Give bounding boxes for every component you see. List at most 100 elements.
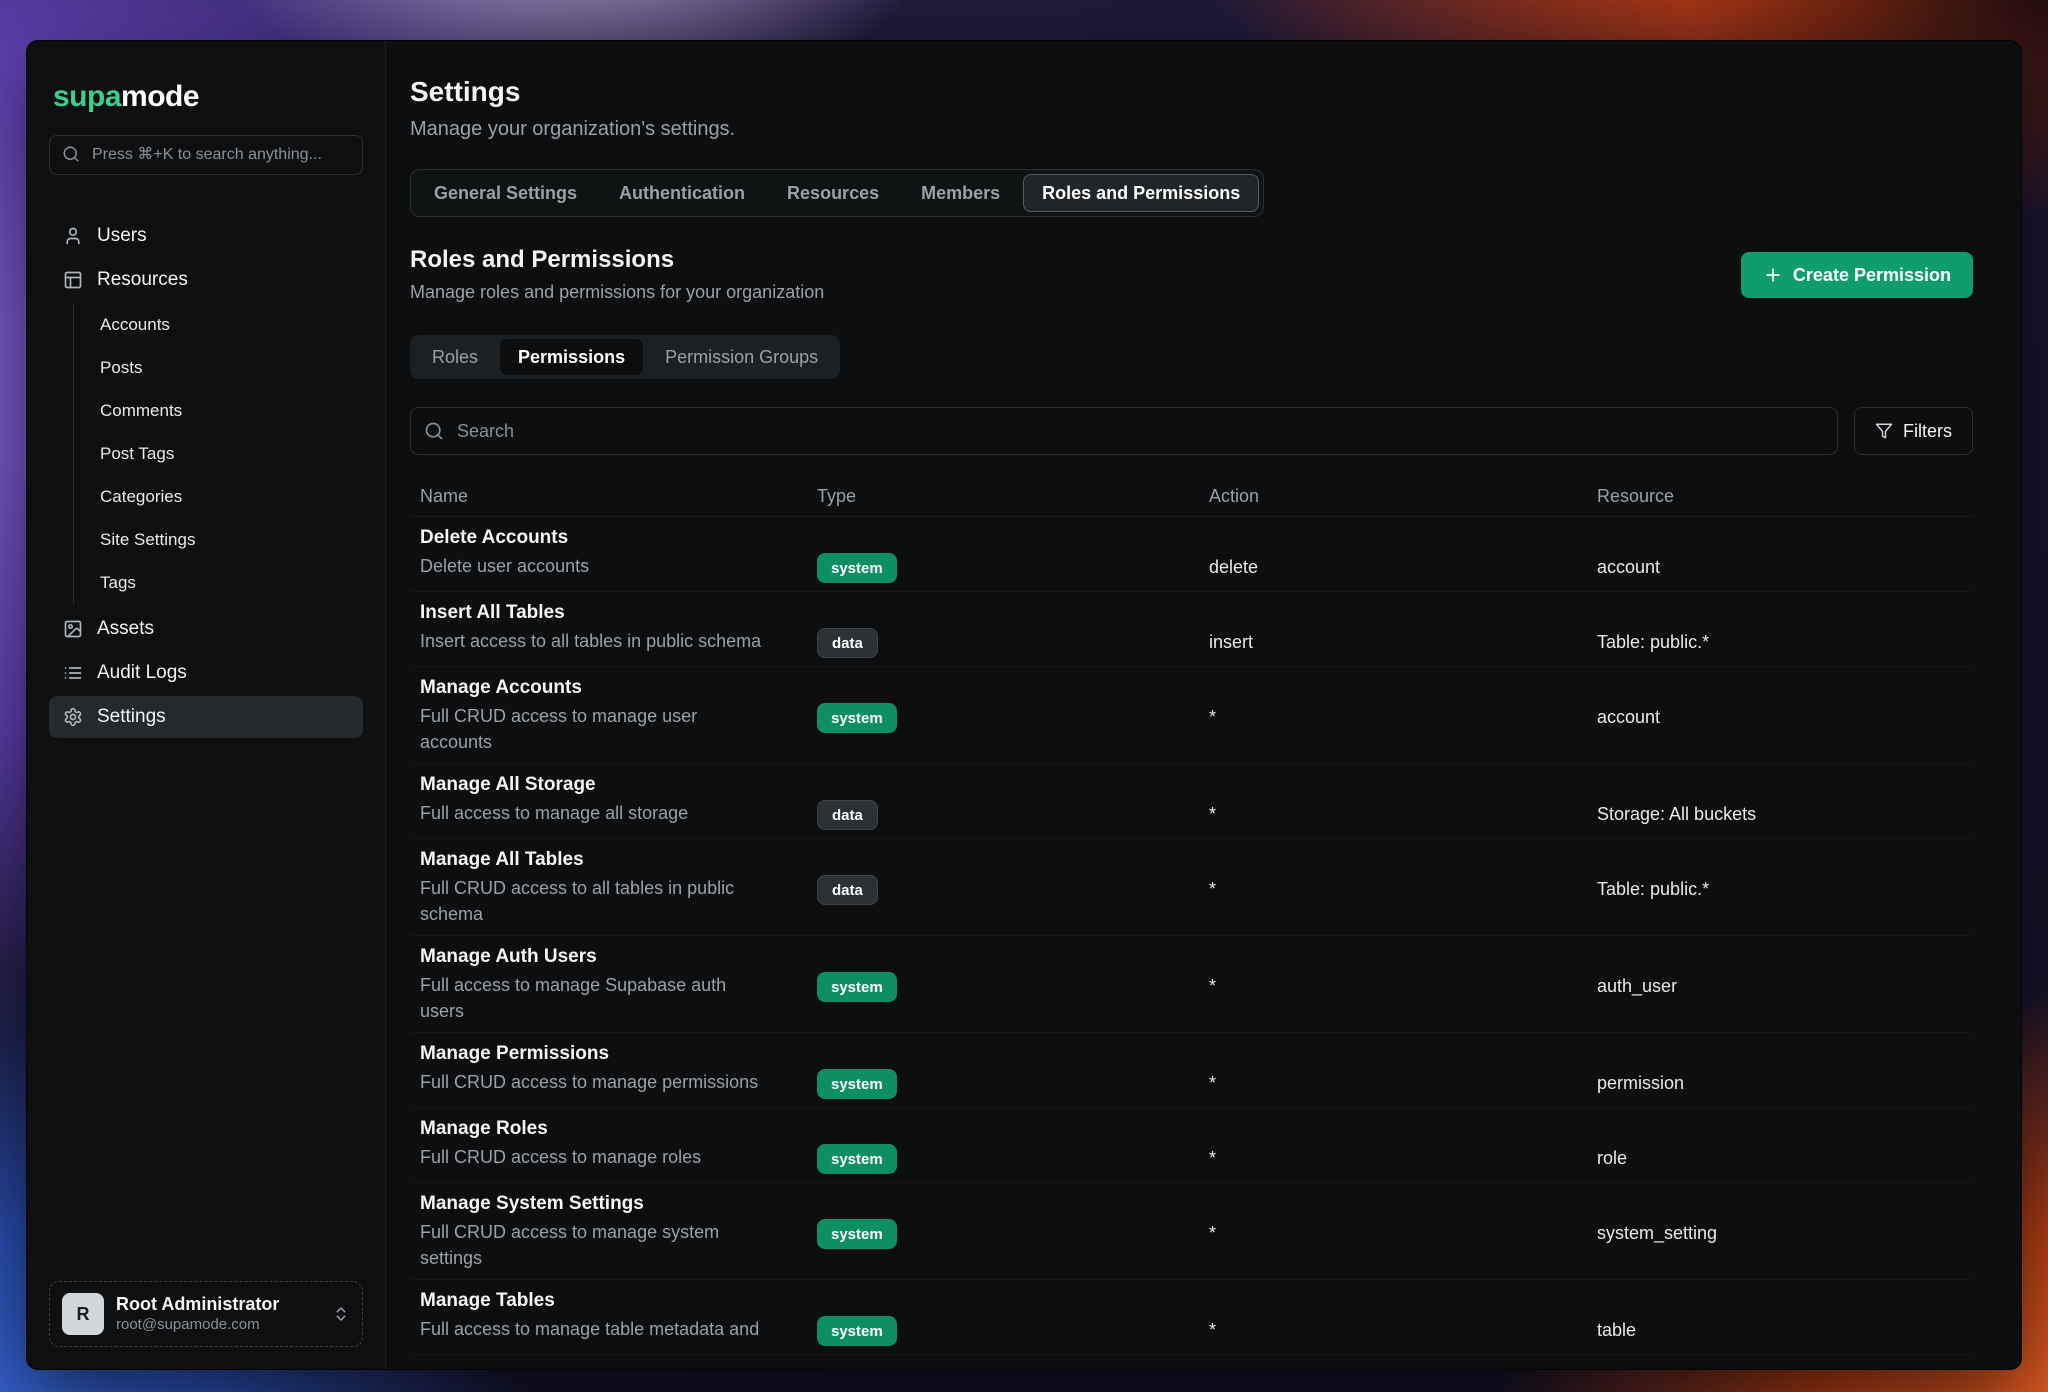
type-cell: data xyxy=(817,875,1209,927)
type-badge: system xyxy=(817,1219,897,1249)
sidebar-item-settings[interactable]: Settings xyxy=(49,696,363,738)
page-subtitle: Manage your organization's settings. xyxy=(410,115,1973,143)
column-header-name: Name xyxy=(420,486,817,507)
image-icon xyxy=(63,619,83,639)
tab-general-settings[interactable]: General Settings xyxy=(415,174,596,212)
tab-resources[interactable]: Resources xyxy=(768,174,898,212)
sidebar-sub-item-label: Categories xyxy=(100,487,182,507)
sidebar-sub-item[interactable]: Post Tags xyxy=(74,432,363,475)
permission-description: Full CRUD access to manage roles xyxy=(420,1144,765,1170)
type-cell: system xyxy=(817,703,1209,755)
sidebar-item-audit-logs[interactable]: Audit Logs xyxy=(49,652,363,694)
table-row[interactable]: Manage All Storage Full access to manage… xyxy=(410,764,1973,839)
type-cell: system xyxy=(817,1316,1209,1346)
sidebar-item-resources[interactable]: Resources xyxy=(49,259,363,301)
permission-resource: account xyxy=(1597,555,1973,583)
app-window: supamode Users Resources xyxy=(26,40,2022,1370)
permission-resource: table xyxy=(1597,1318,1973,1346)
permission-resource: auth_user xyxy=(1597,974,1973,1024)
sidebar-item-label: Resources xyxy=(97,269,188,291)
table-toolbar: Filters xyxy=(410,407,1973,455)
subtab-roles[interactable]: Roles xyxy=(414,339,496,375)
permission-name: Manage Permissions xyxy=(420,1041,777,1067)
permission-name: Manage Roles xyxy=(420,1116,777,1142)
subtab-permission-groups[interactable]: Permission Groups xyxy=(647,339,836,375)
create-permission-label: Create Permission xyxy=(1793,265,1951,286)
permission-action: insert xyxy=(1209,630,1597,658)
global-search-input[interactable] xyxy=(49,135,363,175)
permission-description: Full access to manage all storage xyxy=(420,800,765,826)
name-cell: Manage All Storage Full access to manage… xyxy=(420,772,817,830)
sidebar-sub-item[interactable]: Posts xyxy=(74,346,363,389)
permission-description: Insert access to all tables in public sc… xyxy=(420,628,765,654)
sidebar-sub-item[interactable]: Accounts xyxy=(74,303,363,346)
search-icon xyxy=(62,145,80,168)
sidebar-item-users[interactable]: Users xyxy=(49,215,363,257)
gear-icon xyxy=(63,707,83,727)
user-email: root@supamode.com xyxy=(116,1315,320,1335)
table-row[interactable]: Manage Auth Users Full access to manage … xyxy=(410,936,1973,1033)
type-badge: data xyxy=(817,875,878,905)
type-badge: system xyxy=(817,553,897,583)
column-header-resource: Resource xyxy=(1597,486,1973,507)
table-row[interactable]: Manage Permissions Full CRUD access to m… xyxy=(410,1033,1973,1108)
settings-tabbar: General Settings Authentication Resource… xyxy=(410,169,1264,217)
filters-button[interactable]: Filters xyxy=(1854,407,1973,455)
permission-description: Full CRUD access to manage system settin… xyxy=(420,1219,765,1271)
sidebar-item-label: Assets xyxy=(97,618,154,640)
account-switcher[interactable]: R Root Administrator root@supamode.com xyxy=(49,1281,363,1347)
sidebar-item-label: Settings xyxy=(97,706,166,728)
sidebar-sub-item[interactable]: Comments xyxy=(74,389,363,432)
name-cell: Manage Roles Full CRUD access to manage … xyxy=(420,1116,817,1174)
section-header: Roles and Permissions Manage roles and p… xyxy=(410,245,1973,305)
logo-suffix: mode xyxy=(121,80,199,113)
table-header: Name Type Action Resource xyxy=(410,477,1973,517)
permissions-search-input[interactable] xyxy=(410,407,1838,455)
permission-description: Full access to manage table metadata and xyxy=(420,1316,765,1342)
permission-resource: role xyxy=(1597,1146,1973,1174)
permission-resource: Table: public.* xyxy=(1597,877,1973,927)
type-cell: system xyxy=(817,1069,1209,1099)
name-cell: Manage System Settings Full CRUD access … xyxy=(420,1191,817,1271)
table-row[interactable]: Manage Roles Full CRUD access to manage … xyxy=(410,1108,1973,1183)
tab-roles-and-permissions[interactable]: Roles and Permissions xyxy=(1023,174,1259,212)
table-row[interactable]: Manage Accounts Full CRUD access to mana… xyxy=(410,667,1973,764)
tab-authentication[interactable]: Authentication xyxy=(600,174,764,212)
type-cell: system xyxy=(817,972,1209,1024)
table-row[interactable]: Manage All Tables Full CRUD access to al… xyxy=(410,839,1973,936)
table-row[interactable]: Manage Tables Full access to manage tabl… xyxy=(410,1280,1973,1355)
tab-members[interactable]: Members xyxy=(902,174,1019,212)
subtab-permissions[interactable]: Permissions xyxy=(500,339,643,375)
permission-description: Full CRUD access to manage permissions xyxy=(420,1069,765,1095)
sidebar-item-assets[interactable]: Assets xyxy=(49,608,363,650)
page-title: Settings xyxy=(410,75,1973,109)
sidebar-sub-item[interactable]: Tags xyxy=(74,561,363,604)
table-icon xyxy=(63,270,83,290)
permission-action: * xyxy=(1209,705,1597,755)
name-cell: Manage All Tables Full CRUD access to al… xyxy=(420,847,817,927)
permission-action: * xyxy=(1209,1146,1597,1174)
table-row[interactable]: Manage System Settings Full CRUD access … xyxy=(410,1183,1973,1280)
permission-action: delete xyxy=(1209,555,1597,583)
permission-description: Full CRUD access to manage user accounts xyxy=(420,703,765,755)
permission-description: Delete user accounts xyxy=(420,553,765,579)
sidebar-sub-item[interactable]: Site Settings xyxy=(74,518,363,561)
permission-resource: account xyxy=(1597,705,1973,755)
section-title: Roles and Permissions xyxy=(410,245,824,275)
user-icon xyxy=(63,226,83,246)
permission-name: Manage All Tables xyxy=(420,847,777,873)
column-header-action: Action xyxy=(1209,486,1597,507)
sidebar-item-label: Audit Logs xyxy=(97,662,187,684)
table-row[interactable]: Delete Accounts Delete user accounts sys… xyxy=(410,517,1973,592)
type-badge: system xyxy=(817,703,897,733)
section-subtitle: Manage roles and permissions for your or… xyxy=(410,279,824,305)
table-row[interactable]: Insert All Tables Insert access to all t… xyxy=(410,592,1973,667)
permission-action: * xyxy=(1209,877,1597,927)
sidebar-sub-item[interactable]: Categories xyxy=(74,475,363,518)
permission-description: Full access to manage Supabase auth user… xyxy=(420,972,765,1024)
type-badge: system xyxy=(817,1144,897,1174)
create-permission-button[interactable]: Create Permission xyxy=(1741,252,1973,298)
type-badge: system xyxy=(817,1316,897,1346)
permission-action: * xyxy=(1209,1221,1597,1271)
permission-action: * xyxy=(1209,974,1597,1024)
